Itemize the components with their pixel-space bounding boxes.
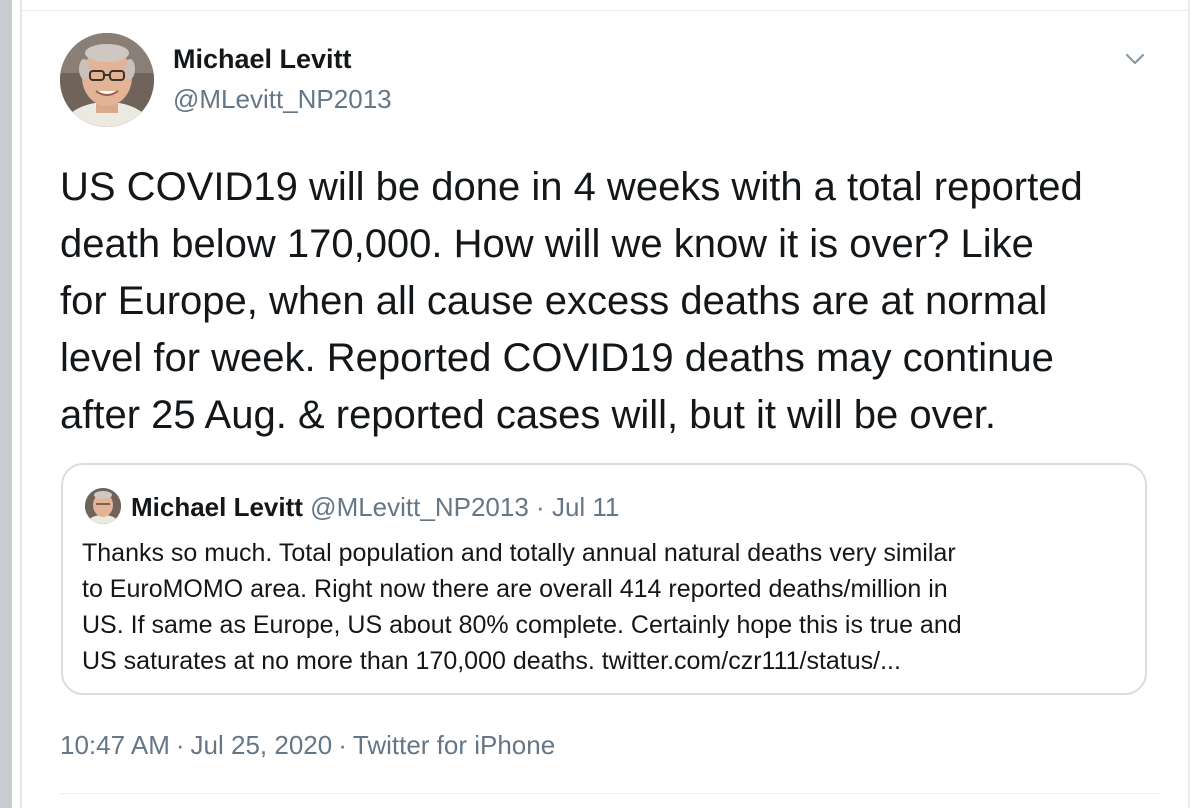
tweet-text: US COVID19 will be done in 4 weeks with … (60, 165, 1083, 437)
quoted-tweet-header: Michael Levitt @MLevitt_NP2013 · Jul 11 (131, 492, 619, 523)
right-divider (1188, 0, 1190, 808)
quoted-tweet-date: Jul 11 (551, 492, 620, 522)
tweet-meta: 10:47 AM · Jul 25, 2020 · Twitter for iPhone (60, 730, 555, 761)
more-options-button[interactable] (1122, 46, 1148, 72)
meta-separator: · (338, 730, 347, 760)
tweet-date[interactable]: Jul 25, 2020 (191, 730, 333, 760)
left-divider (20, 0, 22, 808)
author-avatar[interactable] (60, 33, 154, 127)
bottom-divider (60, 793, 1160, 794)
avatar-portrait-icon (85, 488, 121, 524)
quoted-tweet-card[interactable]: Michael Levitt @MLevitt_NP2013 · Jul 11 … (61, 463, 1147, 695)
chevron-down-icon (1125, 53, 1145, 65)
left-scroll-rail (0, 0, 12, 808)
author-handle[interactable]: @MLevitt_NP2013 (173, 84, 392, 115)
avatar-portrait-icon (60, 33, 154, 127)
tweet-page: Michael Levitt @MLevitt_NP2013 US COVID1… (0, 0, 1200, 808)
quoted-separator: · (536, 492, 545, 522)
tweet-source-link[interactable]: Twitter for iPhone (353, 730, 555, 760)
quoted-author-name: Michael Levitt (131, 492, 303, 522)
quoted-author-handle: @MLevitt_NP2013 (310, 492, 529, 522)
quoted-tweet-text: Thanks so much. Total population and tot… (82, 539, 962, 675)
quoted-author-avatar (85, 488, 121, 524)
tweet-timestamp[interactable]: 10:47 AM (60, 730, 170, 760)
meta-separator: · (175, 730, 185, 760)
top-divider (22, 10, 1190, 11)
author-name[interactable]: Michael Levitt (173, 44, 352, 75)
